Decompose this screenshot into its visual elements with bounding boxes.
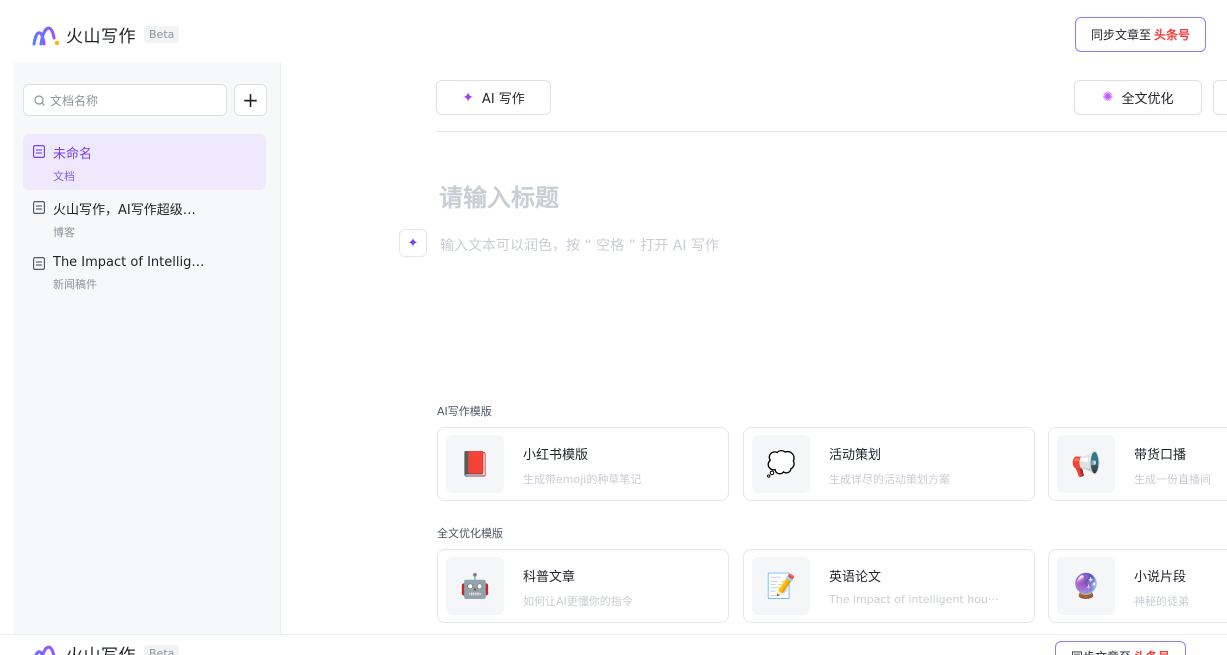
- body-input[interactable]: 输入文本可以润色，按 “ 空格 ” 打开 AI 写作: [440, 235, 719, 255]
- doc-title: 未命名: [53, 147, 93, 162]
- full-text-optimize-button[interactable]: ✺ 全文优化: [1074, 80, 1202, 115]
- ai-write-label: AI 写作: [481, 92, 525, 107]
- doc-title: 火山写作，AI写作超级…: [53, 203, 196, 218]
- sync-label: 同步文章至: [1090, 28, 1151, 42]
- red-book-icon: 📕: [446, 435, 504, 493]
- template-card[interactable]: 🤖 科普文章 如何让AI更懂你的指令: [437, 549, 729, 623]
- card-title: 带货口播: [1134, 448, 1187, 463]
- search-input[interactable]: 文档名称: [23, 84, 227, 116]
- sparkle-icon: ✦: [462, 89, 474, 106]
- crystal-ball-icon: 🔮: [1057, 557, 1115, 615]
- logo[interactable]: 火山写作 Beta: [32, 22, 180, 47]
- sync-label: 同步文章至: [1071, 648, 1131, 655]
- logo-text: 火山写作: [66, 641, 136, 655]
- top-bar: 火山写作 Beta 同步文章至 头条号: [0, 0, 1227, 62]
- title-input[interactable]: 请输入标题: [439, 178, 559, 213]
- doc-item[interactable]: The Impact of Intellig… 新闻稿件: [23, 246, 266, 302]
- doc-type: 文档: [53, 170, 75, 183]
- speech-bubble-icon: 💭: [752, 435, 810, 493]
- add-document-button[interactable]: +: [234, 84, 267, 116]
- card-desc: 生成详尽的活动策划方案: [829, 473, 950, 486]
- doc-type: 博客: [53, 226, 75, 239]
- card-desc: The impact of intelligent hou···: [829, 593, 999, 606]
- card-title: 小红书模版: [523, 448, 589, 463]
- sync-to-toutiao-button[interactable]: 同步文章至 头条号: [1055, 641, 1186, 655]
- ai-write-button[interactable]: ✦ AI 写作: [436, 80, 551, 115]
- optimize-templates-label: 全文优化模版: [437, 527, 503, 540]
- editor-area: ✦ AI 写作 ✺ 全文优化 请输入标题 ✦ 输入文本可以润色，按 “ 空格 ”…: [282, 62, 1227, 634]
- toolbar-divider: [436, 131, 1227, 132]
- document-icon: [33, 201, 45, 214]
- card-title: 小说片段: [1134, 570, 1187, 585]
- document-icon: [33, 257, 45, 270]
- more-toolbar-button[interactable]: [1213, 80, 1227, 115]
- doc-title: The Impact of Intellig…: [53, 255, 205, 270]
- ai-insert-button[interactable]: ✦: [399, 229, 427, 257]
- template-card[interactable]: 📕 小红书模版 生成带emoji的种草笔记: [437, 427, 729, 501]
- card-title: 英语论文: [829, 570, 882, 585]
- memo-icon: 📝: [752, 557, 810, 615]
- logo-text: 火山写作: [66, 27, 136, 47]
- magic-spark-icon: ✺: [1102, 90, 1114, 105]
- doc-item[interactable]: 未命名 文档: [23, 134, 266, 190]
- search-placeholder: 文档名称: [50, 93, 99, 108]
- robot-icon: 🤖: [446, 557, 504, 615]
- card-title: 科普文章: [523, 570, 576, 585]
- card-desc: 生成一份直播间: [1134, 473, 1211, 486]
- template-card[interactable]: 💭 活动策划 生成详尽的活动策划方案: [743, 427, 1035, 501]
- optimize-label: 全文优化: [1121, 92, 1174, 107]
- sync-to-toutiao-button[interactable]: 同步文章至 头条号: [1075, 17, 1206, 52]
- doc-type: 新闻稿件: [53, 278, 97, 291]
- ai-templates-label: AI写作模版: [437, 405, 492, 418]
- card-title: 活动策划: [829, 448, 882, 463]
- doc-item[interactable]: 火山写作，AI写作超级… 博客: [23, 190, 266, 246]
- sync-target: 头条号: [1134, 648, 1170, 655]
- megaphone-icon: 📢: [1057, 435, 1115, 493]
- beta-badge: Beta: [144, 26, 180, 43]
- sparkle-icon: ✦: [407, 235, 419, 251]
- sync-target: 头条号: [1154, 28, 1191, 42]
- sidebar: 文档名称 + 未命名 文档 火山写作，AI写作超级… 博客 The Impact…: [14, 62, 281, 634]
- volcano-logo-icon: [34, 645, 56, 655]
- search-icon: [34, 94, 45, 106]
- volcano-logo-icon: [32, 26, 60, 45]
- card-desc: 神秘的徒弟: [1134, 595, 1189, 608]
- card-desc: 生成带emoji的种草笔记: [523, 473, 642, 486]
- beta-badge: Beta: [144, 645, 180, 655]
- bottom-bar: 火山写作 Beta 同步文章至 头条号: [0, 634, 1227, 655]
- logo[interactable]: 火山写作 Beta: [32, 641, 180, 655]
- template-card[interactable]: 📝 英语论文 The impact of intelligent hou···: [743, 549, 1035, 623]
- template-card[interactable]: 📢 带货口播 生成一份直播间: [1048, 427, 1227, 501]
- template-card[interactable]: 🔮 小说片段 神秘的徒弟: [1048, 549, 1227, 623]
- document-icon: [33, 145, 45, 158]
- card-desc: 如何让AI更懂你的指令: [523, 595, 633, 608]
